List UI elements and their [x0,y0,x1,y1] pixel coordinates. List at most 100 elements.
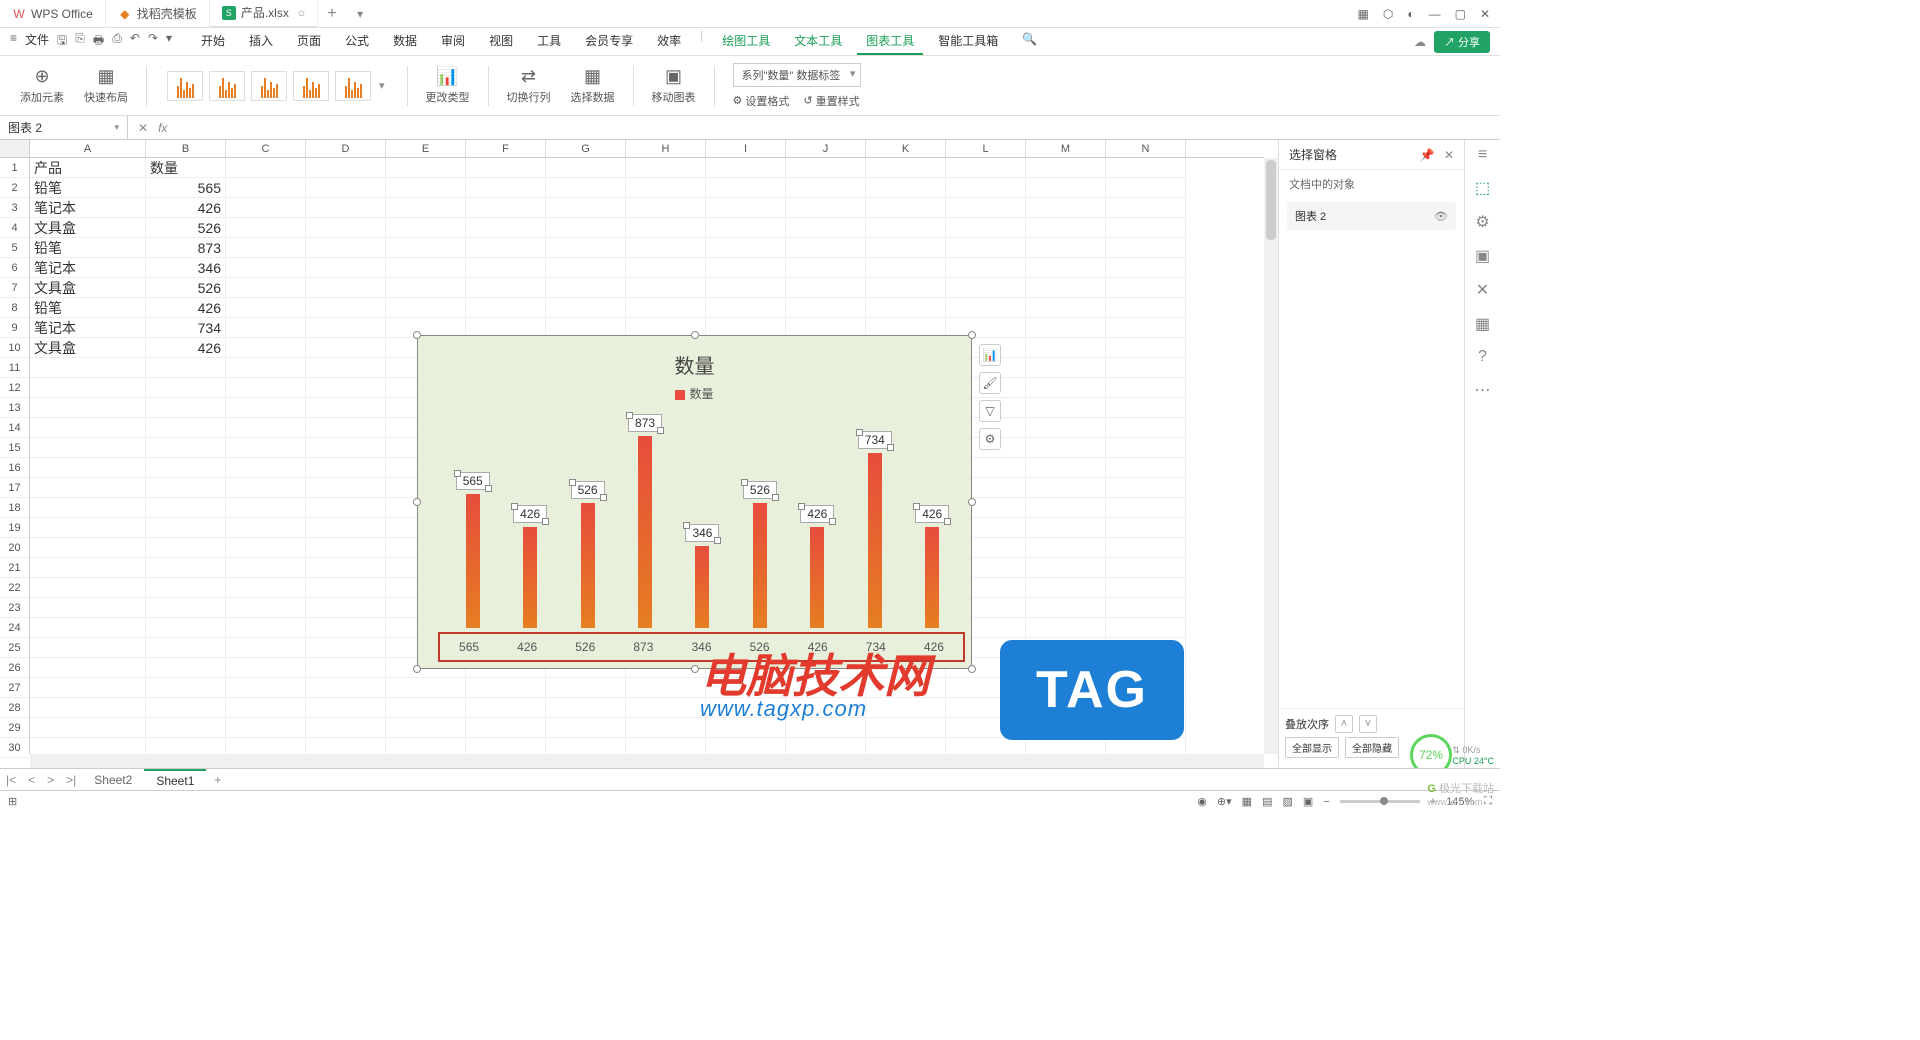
column-header[interactable]: M [1026,140,1106,157]
cell[interactable] [226,658,306,678]
cell[interactable] [226,698,306,718]
data-label[interactable]: 426 [513,505,547,523]
cell[interactable] [706,198,786,218]
view-read-icon[interactable]: ▣ [1303,795,1313,808]
cell[interactable] [306,558,386,578]
menu-drawing-tools[interactable]: 绘图工具 [713,28,779,55]
cell[interactable] [30,438,146,458]
cell[interactable] [626,678,706,698]
cell[interactable] [146,518,226,538]
menu-tools[interactable]: 工具 [528,28,570,55]
menu-efficiency[interactable]: 效率 [648,28,690,55]
settings-icon[interactable]: ⚙ [1475,212,1489,232]
cell[interactable] [1106,178,1186,198]
cell[interactable] [30,658,146,678]
cell[interactable]: 526 [146,218,226,238]
row-header[interactable]: 7 [0,278,29,298]
resize-handle[interactable] [968,498,976,506]
cell[interactable] [786,238,866,258]
cell[interactable] [1106,598,1186,618]
cell[interactable] [226,718,306,738]
cell[interactable] [786,298,866,318]
cell[interactable] [306,378,386,398]
cell[interactable] [466,158,546,178]
cell[interactable] [546,278,626,298]
column-header[interactable]: N [1106,140,1186,157]
resize-handle[interactable] [413,665,421,673]
help-icon[interactable]: ? [1478,348,1487,366]
data-label[interactable]: 426 [915,505,949,523]
cell[interactable] [866,258,946,278]
cell[interactable] [546,698,626,718]
sheet-prev-icon[interactable]: < [22,773,41,787]
cell[interactable] [866,238,946,258]
sheet-next-icon[interactable]: > [41,773,60,787]
ribbon-add-element[interactable]: ⊕ 添加元素 [14,66,70,105]
chart-preset-4[interactable] [293,71,329,101]
cell[interactable] [466,178,546,198]
add-sheet-button[interactable]: + [206,773,229,787]
select-all-corner[interactable] [0,140,30,158]
cell[interactable] [866,158,946,178]
cell[interactable] [146,598,226,618]
chart-preset-1[interactable] [167,71,203,101]
ribbon-switch-rc[interactable]: ⇄ 切换行列 [501,66,557,105]
cell[interactable]: 笔记本 [30,318,146,338]
share-button[interactable]: ↗ 分享 [1434,31,1490,53]
cell[interactable] [786,158,866,178]
row-header[interactable]: 8 [0,298,29,318]
row-header[interactable]: 30 [0,738,29,758]
menu-icon[interactable]: ≡ [10,31,17,52]
cell[interactable] [546,158,626,178]
row-header[interactable]: 12 [0,378,29,398]
view-icon-1[interactable]: ◉ [1197,795,1207,808]
row-header[interactable]: 15 [0,438,29,458]
cell[interactable] [1106,578,1186,598]
cell[interactable] [30,718,146,738]
bar[interactable] [581,503,595,628]
cell[interactable]: 565 [146,178,226,198]
cell[interactable] [946,238,1026,258]
cell[interactable] [546,198,626,218]
menu-insert[interactable]: 插入 [240,28,282,55]
cell[interactable]: 文具盒 [30,278,146,298]
resize-handle[interactable] [968,331,976,339]
cell[interactable] [226,378,306,398]
cell[interactable] [30,398,146,418]
cell[interactable] [866,198,946,218]
cell[interactable] [626,258,706,278]
tools-icon[interactable]: ✕ [1476,280,1489,300]
avatar-icon[interactable]: ◐ [1407,7,1414,21]
cell[interactable] [706,298,786,318]
cell[interactable] [226,618,306,638]
cell[interactable] [1106,538,1186,558]
cell[interactable] [30,538,146,558]
cell[interactable] [226,338,306,358]
cell[interactable] [866,298,946,318]
cell[interactable] [306,578,386,598]
cell[interactable] [1106,498,1186,518]
row-header[interactable]: 21 [0,558,29,578]
cell[interactable]: 铅笔 [30,178,146,198]
cell[interactable]: 426 [146,298,226,318]
column-header[interactable]: A [30,140,146,157]
cell[interactable]: 笔记本 [30,258,146,278]
move-down-button[interactable]: ˅ [1359,715,1377,733]
cell[interactable] [1026,398,1106,418]
menu-data[interactable]: 数据 [384,28,426,55]
cell[interactable] [226,558,306,578]
resize-handle[interactable] [691,665,699,673]
cell[interactable] [1026,618,1106,638]
cell[interactable] [546,718,626,738]
row-header[interactable]: 10 [0,338,29,358]
hamburger-icon[interactable]: ≡ [1478,146,1487,164]
column-header[interactable]: K [866,140,946,157]
sheet-first-icon[interactable]: |< [0,773,22,787]
cell[interactable] [706,158,786,178]
cell[interactable] [386,298,466,318]
cell[interactable] [1106,378,1186,398]
row-header[interactable]: 20 [0,538,29,558]
name-box[interactable]: 图表 2 [0,116,128,139]
ribbon-quick-layout[interactable]: ▦ 快速布局 [78,66,134,105]
cell[interactable] [30,618,146,638]
